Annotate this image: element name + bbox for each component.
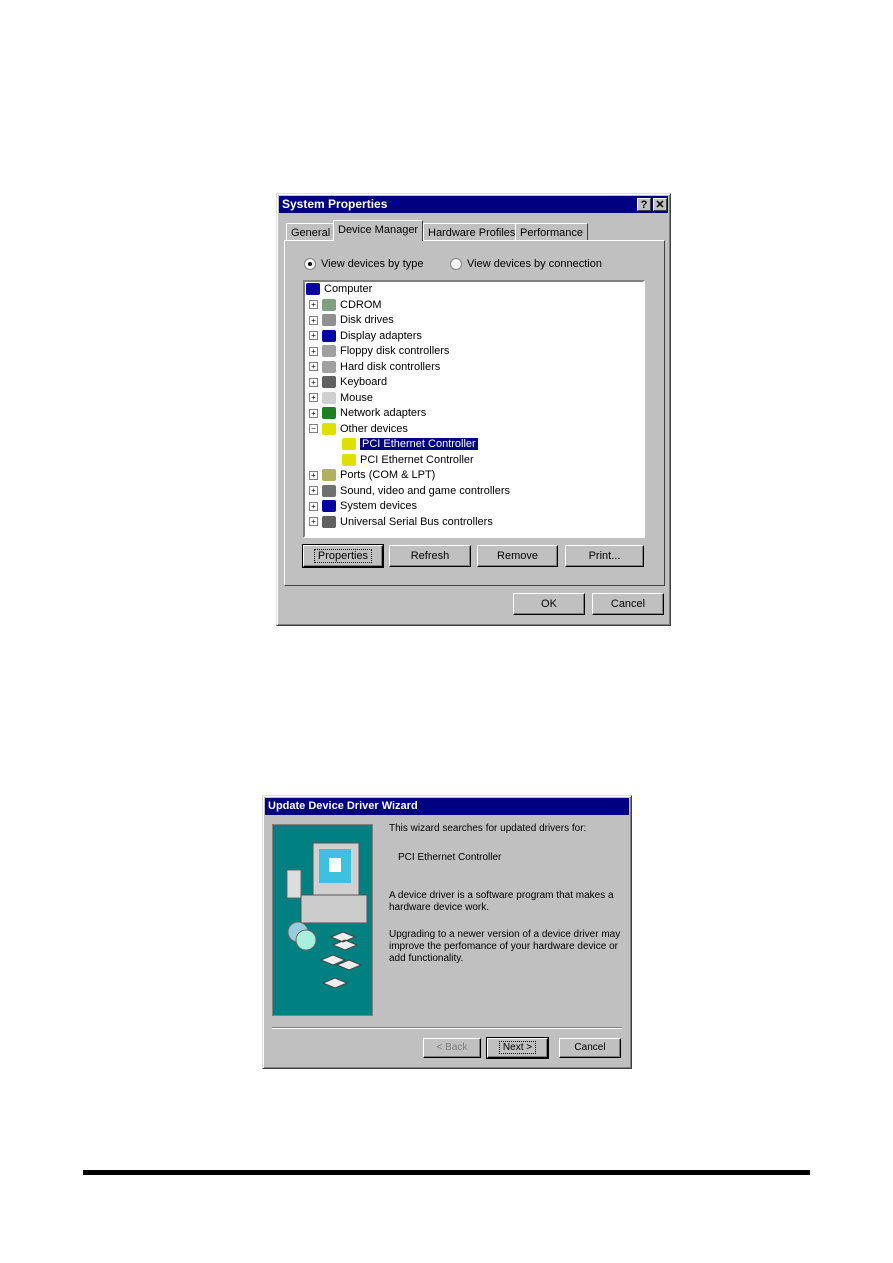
tab-device-manager[interactable]: Device Manager [333,220,424,241]
help-button[interactable]: ? [637,198,651,211]
tree-item[interactable]: + Disk drives [309,313,394,328]
system-icon [322,500,336,513]
radio-button[interactable] [450,258,462,271]
expand-toggle[interactable]: + [309,377,318,387]
controller-icon [322,345,336,358]
usb-icon [322,515,336,528]
cancel-button[interactable]: Cancel [559,1038,621,1058]
unknown-device-icon [342,438,356,451]
close-button[interactable]: ✕ [653,198,667,211]
separator [272,1027,622,1029]
tree-item[interactable]: + Display adapters [309,329,422,344]
tab-hardware-profiles[interactable]: Hardware Profiles [423,223,521,240]
ok-button[interactable]: OK [513,593,585,615]
expand-toggle[interactable]: − [309,424,318,434]
back-button[interactable]: < Back [423,1038,481,1058]
mouse-icon [322,391,336,404]
expand-toggle[interactable]: + [309,486,318,496]
tree-item[interactable]: + Sound, video and game controllers [309,484,510,499]
radio-by-connection[interactable]: View devices by connection [450,258,602,271]
disk-icon [322,314,336,327]
tree-item[interactable]: + Universal Serial Bus controllers [309,515,493,530]
tree-item-label: Hard disk controllers [340,360,441,373]
expand-toggle[interactable]: + [309,362,318,372]
tree-item[interactable]: + Keyboard [309,375,387,390]
title-bar: Update Device Driver Wizard [265,798,629,815]
tree-item[interactable]: + System devices [309,499,417,514]
radio-label: View devices by connection [467,258,602,270]
expand-toggle[interactable]: + [309,300,318,310]
computer-cd-illustration [286,842,368,989]
network-icon [322,407,336,420]
tree-item-label: Floppy disk controllers [340,345,450,357]
computer-icon [306,283,320,296]
tree-item-label: Other devices [340,422,408,435]
tree-item-label: Network adapters [340,407,427,419]
tree-item-label: Universal Serial Bus controllers [340,515,493,528]
expand-toggle[interactable]: + [309,408,318,418]
device-tree[interactable]: Computer + CDROM + Disk drives + Display adapt… [303,280,645,538]
tree-item[interactable]: Computer [306,282,372,297]
tree-item[interactable]: + Hard disk controllers [309,360,440,375]
tree-item[interactable]: + CDROM [309,298,382,313]
question-icon [322,422,336,435]
wizard-device-name: PCI Ethernet Controller [398,852,502,863]
properties-button[interactable]: Properties [302,544,384,568]
port-icon [322,469,336,482]
wizard-illustration [272,824,373,1016]
tree-item[interactable]: − Other devices [309,422,408,437]
expand-toggle[interactable]: + [309,331,318,341]
expand-toggle[interactable]: + [309,393,318,403]
tree-item-label: PCI Ethernet Controller [360,438,478,450]
tree-item-label: PCI Ethernet Controller [360,453,474,466]
print-button[interactable]: Print... [565,545,644,567]
radio-by-type[interactable]: View devices by type [304,258,424,271]
tree-item[interactable]: + Ports (COM & LPT) [309,468,435,483]
tree-item[interactable]: + Network adapters [309,406,426,421]
cdrom-icon [322,298,336,311]
tree-item-label: System devices [340,500,418,512]
expand-toggle[interactable]: + [309,315,318,325]
controller-icon [322,360,336,373]
tree-item-label: CDROM [340,298,382,311]
tree-item-label: Disk drives [340,314,394,326]
radio-label: View devices by type [321,258,424,270]
monitor-icon [322,329,336,342]
tree-item-label: Sound, video and game controllers [340,484,510,497]
cancel-button[interactable]: Cancel [592,593,664,615]
tree-item-label: Ports (COM & LPT) [340,469,436,481]
sound-icon [322,484,336,497]
expand-toggle[interactable]: + [309,346,318,356]
properties-label: Properties [313,549,373,563]
wizard-intro: This wizard searches for updated drivers… [389,823,587,834]
tree-item-label: Keyboard [340,376,388,388]
tab-general[interactable]: General [286,223,336,240]
tree-item-label: Mouse [340,391,374,404]
tree-item[interactable]: + Mouse [309,391,373,406]
tree-item-label: Computer [324,283,373,295]
radio-button[interactable] [304,258,316,271]
tree-item-label: Display adapters [340,329,422,342]
tree-item[interactable]: + Floppy disk controllers [309,344,449,359]
page-rule [83,1170,810,1175]
unknown-device-icon [342,453,356,466]
dialog-title: System Properties [282,197,388,211]
tree-item[interactable]: PCI Ethernet Controller [342,453,474,468]
expand-toggle[interactable]: + [309,517,318,527]
keyboard-icon [322,376,336,389]
expand-toggle[interactable]: + [309,501,318,511]
refresh-button[interactable]: Refresh [389,545,471,567]
wizard-paragraph-1: A device driver is a software program th… [389,890,614,913]
tab-performance[interactable]: Performance [515,223,588,240]
tree-item[interactable]: PCI Ethernet Controller [342,437,478,452]
next-button[interactable]: Next > [486,1037,549,1059]
expand-toggle[interactable]: + [309,470,318,480]
remove-button[interactable]: Remove [477,545,558,567]
next-label: Next > [498,1041,537,1054]
wizard-paragraph-2: Upgrading to a newer version of a device… [389,929,621,964]
title-bar: System Properties ? ✕ [279,196,668,213]
